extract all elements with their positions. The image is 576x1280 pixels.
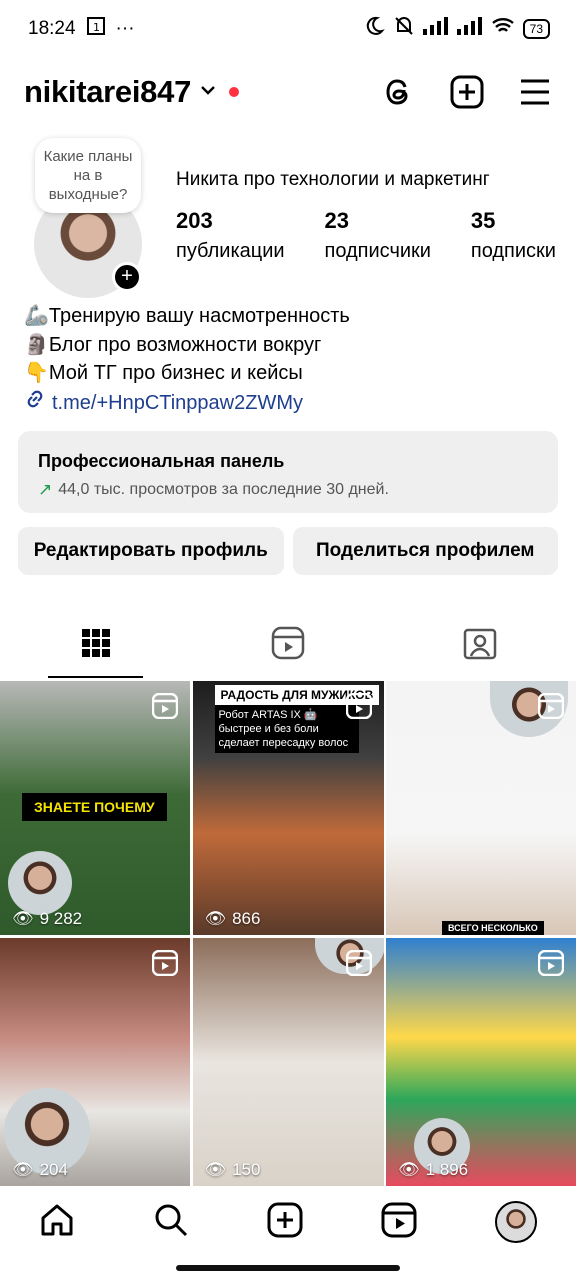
svg-text:1: 1 xyxy=(93,21,100,34)
eye-icon: 👁 xyxy=(12,909,34,928)
reel-badge-icon xyxy=(345,949,372,981)
post-thumbnail[interactable]: 👁 204 xyxy=(0,938,190,1186)
post-views: 👁 9 282 xyxy=(12,909,82,929)
eye-icon: 👁 xyxy=(204,1160,227,1179)
pro-panel-stats: 44,0 тыс. просмотров за последние 30 дне… xyxy=(58,481,389,498)
create-plus-icon[interactable] xyxy=(450,75,484,109)
post-thumbnail[interactable]: 👁 150 xyxy=(192,938,384,1186)
link-icon xyxy=(24,388,46,419)
display-name: Никита про технологии и маркетинг xyxy=(176,169,490,190)
profile-avatar-nav[interactable] xyxy=(495,1201,537,1243)
post-views: 👁 1 896 xyxy=(398,1160,468,1180)
search-icon[interactable] xyxy=(153,1202,189,1243)
post-views: 👁 866 xyxy=(205,909,261,929)
views-count: 1 896 xyxy=(425,1160,469,1179)
stat-label: подписчики xyxy=(324,240,431,262)
notification-icon: 1 xyxy=(86,16,106,42)
post-thumbnail[interactable]: ЗНАЕТЕ ПОЧЕМУ 👁 9 282 xyxy=(0,681,190,935)
battery-indicator: 73 xyxy=(522,19,550,39)
author-face xyxy=(8,851,72,915)
stat-followers[interactable]: 23 подписчики xyxy=(324,208,430,263)
wifi-icon xyxy=(491,17,515,41)
note-bubble[interactable]: Какие планы на в выходные? xyxy=(35,138,141,213)
pro-panel-title: Профессиональная панель xyxy=(38,451,285,471)
eye-icon: 👁 xyxy=(204,909,227,928)
post-caption: ВСЕГО НЕСКОЛЬКО xyxy=(442,921,544,935)
create-icon[interactable] xyxy=(267,1202,303,1243)
views-count: 9 282 xyxy=(39,909,83,928)
reel-badge-icon xyxy=(537,692,565,724)
bio-line: 🦾Тренирую вашу насмотренность xyxy=(24,305,350,327)
professional-dashboard[interactable]: Профессиональная панель ↗ 44,0 тыс. прос… xyxy=(18,431,558,513)
post-thumbnail[interactable]: 👁 1 896 xyxy=(386,938,576,1186)
account-switcher[interactable]: nikitarei847 xyxy=(24,74,240,110)
bio-link-text: t.me/+HnpCTinppaw2ZWMy xyxy=(52,391,303,414)
eye-icon: 👁 xyxy=(398,1160,420,1179)
post-thumbnail[interactable]: ВСЕГО НЕСКОЛЬКО xyxy=(386,681,576,935)
profile-actions: Редактировать профиль Поделиться профиле… xyxy=(18,527,558,575)
grid-icon xyxy=(81,628,111,663)
views-count: 204 xyxy=(39,1160,68,1179)
bottom-navigation xyxy=(0,1186,576,1258)
threads-icon[interactable] xyxy=(382,75,416,109)
stat-value: 35 xyxy=(470,208,496,233)
profile-header: nikitarei847 xyxy=(24,66,552,118)
stat-label: публикации xyxy=(176,240,285,262)
notification-dot xyxy=(229,87,240,97)
profile-stats: 203 публикации 23 подписчики 35 подписки xyxy=(176,208,556,263)
signal-icon-2 xyxy=(456,17,483,41)
trend-up-icon: ↗ xyxy=(38,480,53,499)
reel-badge-icon xyxy=(345,692,372,724)
reels-icon xyxy=(271,626,305,665)
post-thumbnail[interactable]: РАДОСТЬ ДЛЯ МУЖИКОВ Робот ARTAS IX 🤖 быс… xyxy=(192,681,384,935)
tab-grid[interactable] xyxy=(0,612,192,678)
share-profile-button[interactable]: Поделиться профилем xyxy=(292,527,558,575)
home-icon[interactable] xyxy=(39,1202,75,1243)
bio-line: 👇Мой ТГ про бизнес и кейсы xyxy=(24,362,303,384)
bio: 🦾Тренирую вашу насмотренность 🗿Блог про … xyxy=(24,302,554,418)
views-count: 866 xyxy=(232,909,261,928)
mute-icon xyxy=(393,15,415,43)
eye-icon: 👁 xyxy=(12,1160,34,1179)
signal-icon xyxy=(422,17,449,41)
post-subcaption: Робот ARTAS IX 🤖 быстрее и без боли сдел… xyxy=(214,705,359,753)
username: nikitarei847 xyxy=(24,74,192,109)
reels-nav-icon[interactable] xyxy=(381,1202,417,1243)
pro-panel-subtitle: ↗ 44,0 тыс. просмотров за последние 30 д… xyxy=(38,480,538,500)
bio-line: 🗿Блог про возможности вокруг xyxy=(24,333,322,356)
tagged-icon xyxy=(463,626,497,665)
dnd-moon-icon xyxy=(363,15,385,43)
stat-value: 203 xyxy=(176,208,213,233)
reel-badge-icon xyxy=(151,692,179,724)
post-views: 👁 204 xyxy=(12,1160,68,1180)
menu-icon[interactable] xyxy=(518,75,552,109)
home-indicator[interactable] xyxy=(176,1265,400,1271)
status-time: 18:24 xyxy=(28,18,76,39)
tab-reels[interactable] xyxy=(192,612,384,678)
bio-link[interactable]: t.me/+HnpCTinppaw2ZWMy xyxy=(24,388,554,419)
status-more: ··· xyxy=(115,18,135,39)
status-bar: 18:24 1 ··· 73 xyxy=(0,0,576,58)
profile-tabs xyxy=(0,612,576,678)
post-views: 👁 150 xyxy=(205,1160,261,1180)
stat-following[interactable]: 35 подписки xyxy=(471,208,556,263)
post-caption: ЗНАЕТЕ ПОЧЕМУ xyxy=(22,793,167,821)
tab-tagged[interactable] xyxy=(384,612,576,678)
posts-grid: ЗНАЕТЕ ПОЧЕМУ 👁 9 282 РАДОСТЬ ДЛЯ МУЖИКО… xyxy=(0,681,576,1186)
chevron-down-icon xyxy=(199,81,217,104)
add-story-plus-icon[interactable]: + xyxy=(112,262,142,292)
reel-badge-icon xyxy=(151,949,179,981)
stat-posts[interactable]: 203 публикации xyxy=(176,208,285,263)
reel-badge-icon xyxy=(537,949,565,981)
views-count: 150 xyxy=(232,1160,261,1179)
stat-label: подписки xyxy=(470,240,556,262)
stat-value: 23 xyxy=(324,208,349,233)
edit-profile-button[interactable]: Редактировать профиль xyxy=(18,527,284,575)
